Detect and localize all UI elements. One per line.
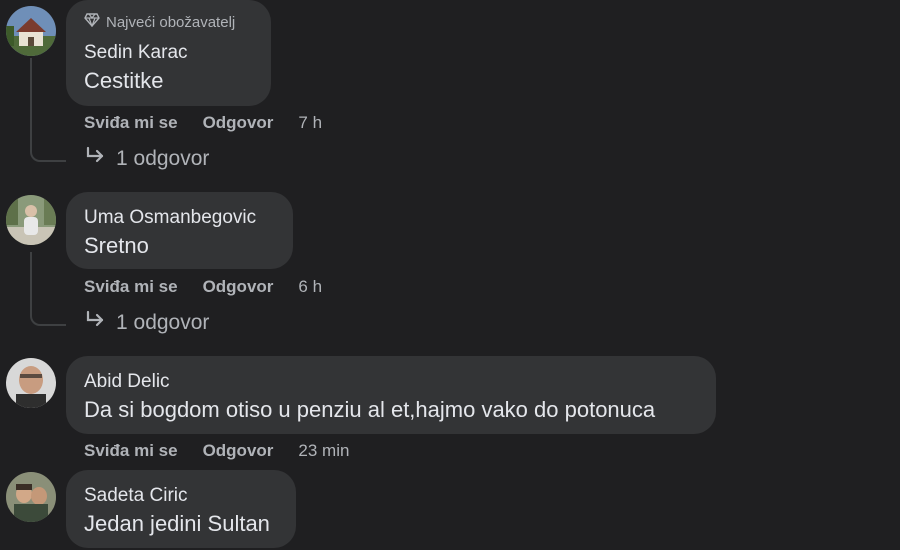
reply-button[interactable]: Odgovor <box>203 113 274 133</box>
avatar[interactable] <box>6 6 56 56</box>
comment-bubble: Najveći obožavatelj Sedin Karac Cestitke <box>66 0 271 106</box>
top-fan-badge: Najveći obožavatelj <box>84 13 235 31</box>
comment-text: Da si bogdom otiso u penziu al et,hajmo … <box>84 397 656 422</box>
view-replies-link[interactable]: 1 odgovor <box>84 310 209 336</box>
comment-bubble: Uma Osmanbegovic Sretno <box>66 192 293 269</box>
badge-label: Najveći obožavatelj <box>106 13 236 31</box>
avatar[interactable] <box>6 358 56 408</box>
comment-author[interactable]: Abid Delic <box>84 371 170 393</box>
comment-timestamp[interactable]: 23 min <box>298 441 349 461</box>
diamond-icon <box>84 13 100 31</box>
comment-timestamp[interactable]: 7 h <box>298 113 322 133</box>
reply-button[interactable]: Odgovor <box>203 277 274 297</box>
thread-line <box>30 58 66 162</box>
comment-text: Sretno <box>84 233 149 258</box>
comments-panel: Najveći obožavatelj Sedin Karac Cestitke… <box>0 0 900 550</box>
replies-count-label[interactable]: 1 odgovor <box>116 311 209 335</box>
replies-count-label[interactable]: 1 odgovor <box>116 147 209 171</box>
comment-actions: Sviđa mi se Odgovor 23 min <box>84 441 349 461</box>
like-button[interactable]: Sviđa mi se <box>84 441 178 461</box>
comment-actions: Sviđa mi se Odgovor 7 h <box>84 113 322 133</box>
avatar[interactable] <box>6 472 56 522</box>
reply-button[interactable]: Odgovor <box>203 441 274 461</box>
comment-author[interactable]: Sedin Karac <box>84 42 188 64</box>
comment-timestamp[interactable]: 6 h <box>298 277 322 297</box>
like-button[interactable]: Sviđa mi se <box>84 113 178 133</box>
comment-text: Cestitke <box>84 68 164 93</box>
comment-text: Jedan jedini Sultan <box>84 511 270 536</box>
comment-bubble: Abid Delic Da si bogdom otiso u penziu a… <box>66 356 716 434</box>
reply-arrow-icon <box>84 146 106 172</box>
comment-author[interactable]: Sadeta Ciric <box>84 485 188 507</box>
comment-author[interactable]: Uma Osmanbegovic <box>84 207 256 229</box>
thread-line <box>30 252 66 326</box>
view-replies-link[interactable]: 1 odgovor <box>84 146 209 172</box>
avatar[interactable] <box>6 195 56 245</box>
reply-arrow-icon <box>84 310 106 336</box>
like-button[interactable]: Sviđa mi se <box>84 277 178 297</box>
comment-bubble: Sadeta Ciric Jedan jedini Sultan <box>66 470 296 548</box>
comment-actions: Sviđa mi se Odgovor 6 h <box>84 277 322 297</box>
